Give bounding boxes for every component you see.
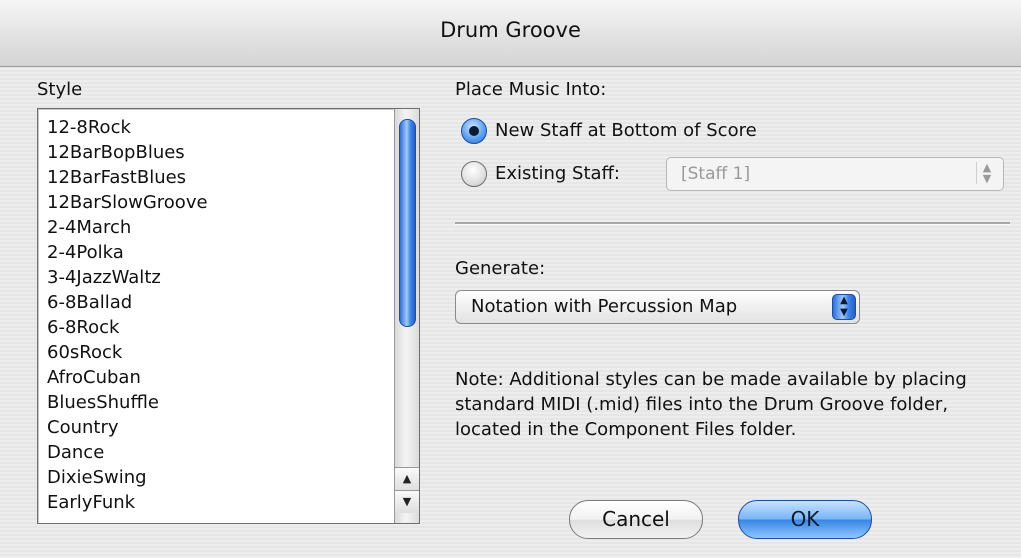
generate-label: Generate: bbox=[455, 258, 546, 279]
list-item[interactable]: DixieSwing bbox=[47, 465, 208, 490]
existing-staff-label[interactable]: Existing Staff: bbox=[495, 163, 620, 184]
radio-selected-dot-icon bbox=[469, 126, 479, 136]
list-item[interactable]: 12-8Rock bbox=[47, 115, 208, 140]
list-scrollbar[interactable]: ▲ ▼ bbox=[394, 109, 419, 523]
scroll-down-arrow-icon[interactable]: ▼ bbox=[395, 490, 419, 513]
list-item[interactable]: BluesShuffle bbox=[47, 390, 208, 415]
divider bbox=[455, 222, 1010, 225]
list-item[interactable]: EarlyFunk bbox=[47, 490, 208, 515]
list-item[interactable]: 2-4Polka bbox=[47, 240, 208, 265]
scroll-up-arrow-icon[interactable]: ▲ bbox=[395, 467, 419, 490]
cancel-button[interactable]: Cancel bbox=[569, 500, 703, 539]
dialog-title: Drum Groove bbox=[440, 18, 581, 42]
note-text: Note: Additional styles can be made avai… bbox=[455, 369, 967, 440]
list-item[interactable]: 2-4March bbox=[47, 215, 208, 240]
generate-select[interactable]: Notation with Percussion Map ▲ ▼ bbox=[455, 290, 860, 324]
list-item[interactable]: AfroCuban bbox=[47, 365, 208, 390]
drum-groove-dialog: Drum Groove Style 12-8Rock 12BarBopBlues 1… bbox=[0, 0, 1021, 558]
place-music-label: Place Music Into: bbox=[455, 79, 607, 100]
style-list[interactable]: 12-8Rock 12BarBopBlues 12BarFastBlues 12Bar… bbox=[37, 108, 420, 524]
updown-arrows-icon: ▲ ▼ bbox=[976, 162, 997, 184]
ok-button[interactable]: OK bbox=[738, 500, 872, 539]
new-staff-radio[interactable] bbox=[461, 118, 487, 144]
style-list-items: 12-8Rock 12BarBopBlues 12BarFastBlues 12Bar… bbox=[47, 115, 208, 515]
list-item[interactable]: 6-8Ballad bbox=[47, 290, 208, 315]
existing-staff-select: [Staff 1] ▲ ▼ bbox=[666, 157, 1004, 191]
title-bar: Drum Groove bbox=[0, 0, 1021, 67]
list-item[interactable]: Country bbox=[47, 415, 208, 440]
list-item[interactable]: 12BarSlowGroove bbox=[47, 190, 208, 215]
list-item[interactable]: 12BarFastBlues bbox=[47, 165, 208, 190]
list-item[interactable]: 12BarBopBlues bbox=[47, 140, 208, 165]
existing-staff-radio[interactable] bbox=[461, 161, 487, 187]
list-item[interactable]: Dance bbox=[47, 440, 208, 465]
generate-value: Notation with Percussion Map bbox=[471, 296, 738, 317]
scroll-thumb[interactable] bbox=[399, 119, 416, 327]
existing-staff-value: [Staff 1] bbox=[681, 164, 751, 184]
new-staff-label[interactable]: New Staff at Bottom of Score bbox=[495, 120, 757, 141]
list-item[interactable]: 60sRock bbox=[47, 340, 208, 365]
list-item[interactable]: 3-4JazzWaltz bbox=[47, 265, 208, 290]
list-item[interactable]: 6-8Rock bbox=[47, 315, 208, 340]
style-label: Style bbox=[37, 79, 83, 100]
updown-arrows-icon: ▲ ▼ bbox=[832, 294, 856, 320]
